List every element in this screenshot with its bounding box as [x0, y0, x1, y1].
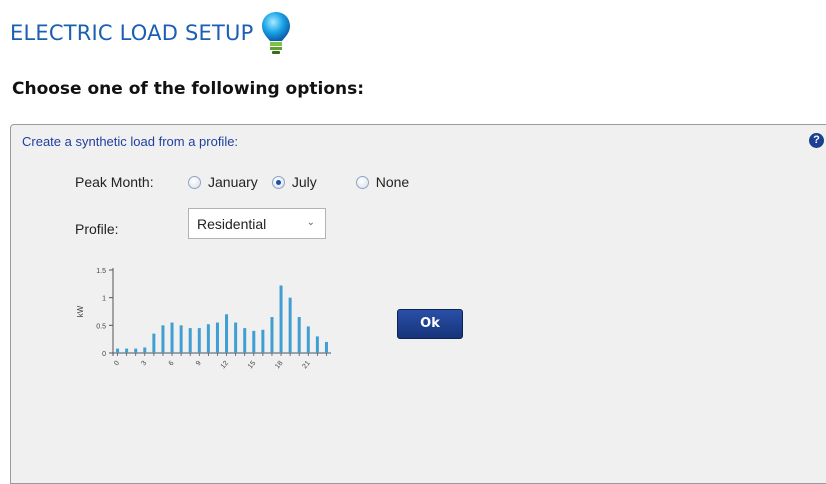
load-profile-chart: 0 0.5 1 1.5 kW 0 3 6 9 12 15 18 21 [76, 268, 331, 371]
chart-bar [315, 336, 319, 353]
load-profile-panel: Create a synthetic load from a profile: … [10, 124, 826, 484]
chart-bar [134, 348, 138, 353]
chart-y-tick-label: 0.5 [96, 323, 106, 330]
chart-x-tick-label: 18 [274, 360, 284, 371]
page-title: ELECTRIC LOAD SETUP [10, 21, 254, 45]
chart-bar [215, 322, 219, 353]
chevron-down-icon: ⌄ [306, 217, 315, 228]
chart-x-tick-label: 6 [168, 360, 176, 368]
chart-bar [116, 348, 120, 353]
chart-bar [170, 322, 174, 353]
radio-label-none: None [375, 174, 410, 190]
radio-button-january[interactable] [188, 175, 201, 189]
panel-heading: Create a synthetic load from a profile: [22, 134, 239, 149]
chart-bar [288, 297, 292, 353]
chart-bar [206, 324, 210, 353]
chart-x-tick-label: 15 [247, 360, 257, 371]
chart-bar [179, 325, 183, 353]
chart-x-tick-label: 3 [140, 360, 148, 368]
chart-bar [188, 328, 192, 353]
chart-bar [152, 333, 156, 353]
chart-x-tick-label: 21 [301, 360, 311, 371]
chart-bar [261, 329, 265, 353]
profile-label: Profile: [75, 221, 119, 237]
chart-x-tick-label: 12 [220, 360, 230, 371]
instructions: Choose one of the following options: [12, 79, 365, 99]
lightbulb-icon [262, 12, 291, 54]
radio-button-july[interactable] [271, 175, 285, 189]
chart-y-tick-label: 0 [102, 351, 106, 358]
chart-y-tick-label: 1 [102, 296, 106, 303]
chart-bar [197, 328, 201, 353]
ok-button[interactable]: Ok [397, 309, 463, 339]
chart-bar [125, 348, 129, 353]
chart-x-tick-label: 9 [195, 360, 203, 368]
chart-bar [324, 341, 328, 353]
radio-january[interactable]: January [188, 174, 258, 190]
chart-bar [143, 347, 147, 353]
chart-y-tick-label: 1.5 [96, 268, 106, 275]
peak-month-options: January July None [188, 174, 409, 190]
radio-label-january: January [208, 174, 258, 190]
chart-bar [279, 285, 283, 353]
peak-month-label: Peak Month: [75, 174, 154, 190]
profile-select-value: Residential [197, 215, 267, 232]
radio-july[interactable]: July [271, 174, 317, 190]
radio-button-none[interactable] [355, 175, 369, 189]
profile-select[interactable]: Residential ⌄ [188, 208, 326, 239]
chart-bar [297, 317, 301, 353]
chart-bar [270, 317, 274, 353]
chart-bar [252, 330, 256, 353]
radio-label-july: July [291, 174, 317, 190]
chart-bar [306, 326, 310, 353]
header: ELECTRIC LOAD SETUP [10, 8, 291, 58]
chart-bar [243, 328, 247, 353]
chart-y-axis-label: kW [76, 305, 85, 317]
chart-bar [161, 325, 165, 353]
help-icon[interactable]: ? [809, 133, 824, 148]
chart-bar [225, 314, 229, 353]
chart-bar [234, 322, 238, 353]
radio-none[interactable]: None [355, 174, 410, 190]
chart-x-tick-label: 0 [113, 360, 121, 368]
